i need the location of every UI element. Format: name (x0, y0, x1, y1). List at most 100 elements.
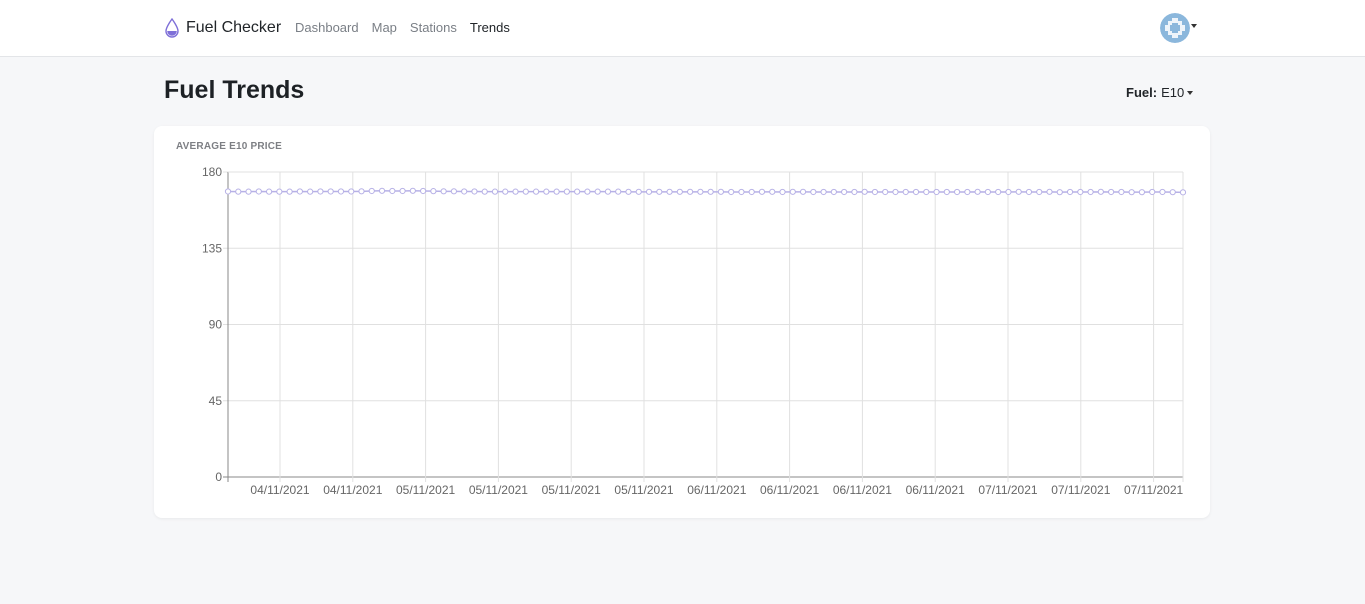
data-point (964, 188, 971, 196)
y-tick-label: 0 (215, 470, 222, 484)
data-point (1066, 188, 1074, 196)
nav-trends[interactable]: Trends (470, 20, 510, 35)
data-point (286, 188, 293, 195)
data-point (1149, 188, 1156, 196)
data-point (728, 188, 735, 196)
data-point (389, 187, 396, 195)
data-point (779, 188, 786, 196)
data-point (1138, 189, 1146, 196)
data-point (943, 188, 950, 196)
x-tick-label: 07/11/2021 (1051, 483, 1110, 497)
data-point (625, 188, 632, 195)
data-point (409, 187, 416, 194)
fuel-drop-icon (165, 18, 179, 38)
data-point (748, 188, 755, 196)
data-point (707, 188, 714, 195)
data-point (358, 188, 365, 195)
data-point (461, 188, 468, 195)
data-point (235, 188, 242, 195)
data-point (666, 188, 673, 195)
data-point (1015, 188, 1022, 195)
data-point (656, 188, 663, 195)
nav-stations[interactable]: Stations (410, 20, 457, 35)
x-tick-label: 06/11/2021 (833, 483, 892, 497)
data-point (686, 188, 694, 195)
data-point (1097, 188, 1104, 195)
data-point (789, 188, 796, 195)
data-point (1036, 188, 1043, 196)
data-point (1169, 189, 1176, 196)
data-point (738, 188, 745, 196)
y-tick-label: 135 (202, 241, 222, 255)
x-tick-label: 05/11/2021 (542, 483, 601, 497)
data-point (368, 187, 375, 195)
data-point (543, 188, 550, 195)
data-point (348, 188, 355, 195)
data-point (481, 188, 488, 195)
data-point (912, 188, 920, 196)
x-tick-label: 05/11/2021 (469, 483, 528, 497)
x-tick-label: 07/11/2021 (1124, 483, 1183, 497)
data-point (676, 188, 683, 195)
data-point (769, 188, 776, 195)
data-point (584, 188, 591, 195)
data-point (1046, 188, 1053, 195)
nav-map[interactable]: Map (372, 20, 397, 35)
chevron-down-icon (1187, 90, 1194, 95)
data-point (327, 188, 334, 195)
data-point (563, 188, 570, 195)
fuel-value: E10 (1161, 85, 1185, 100)
data-point (902, 188, 909, 196)
data-point (1005, 188, 1012, 196)
data-point (758, 188, 766, 195)
data-point (491, 188, 499, 195)
brand[interactable]: Fuel Checker (164, 18, 281, 38)
data-point (594, 188, 601, 195)
data-point (440, 188, 447, 195)
data-point (265, 188, 273, 195)
y-tick-label: 180 (202, 165, 222, 179)
data-point (532, 188, 540, 195)
data-point (307, 188, 314, 195)
data-point (645, 188, 653, 195)
user-menu[interactable] (1160, 13, 1197, 43)
main-nav: Dashboard Map Stations Trends (295, 20, 523, 35)
x-tick-label: 05/11/2021 (614, 483, 673, 497)
data-point (296, 188, 303, 195)
x-tick-label: 06/11/2021 (760, 483, 819, 497)
price-line-chart: 0 45 90 135 180 04/11/2021 04/11/2021 05/11/202… (202, 165, 1187, 497)
data-point (1087, 188, 1094, 196)
data-point (471, 188, 478, 195)
data-point (1056, 189, 1063, 196)
data-point (933, 188, 940, 196)
x-tick-label: 06/11/2021 (906, 483, 965, 497)
data-point (1118, 188, 1125, 196)
data-point (1108, 188, 1115, 196)
data-point (337, 188, 345, 195)
data-point (553, 188, 560, 195)
top-navbar: Fuel Checker Dashboard Map Stations Tren… (0, 0, 1365, 57)
data-point (799, 188, 807, 195)
data-point (378, 187, 386, 194)
data-point (615, 188, 622, 195)
data-point (995, 188, 1002, 196)
x-tick-label: 06/11/2021 (687, 483, 746, 497)
data-point (697, 188, 704, 195)
data-point (399, 187, 406, 195)
data-point (430, 188, 437, 195)
data-point (830, 188, 837, 196)
data-point (635, 188, 642, 195)
nav-dashboard[interactable]: Dashboard (295, 20, 359, 35)
fuel-type-dropdown[interactable]: Fuel: E10 (1126, 85, 1194, 100)
chevron-down-icon (1191, 24, 1197, 28)
x-tick-label: 04/11/2021 (323, 483, 382, 497)
fuel-label: Fuel: (1126, 85, 1158, 100)
data-point (851, 188, 858, 196)
data-point (892, 188, 899, 196)
data-point (861, 188, 868, 195)
data-point (502, 188, 509, 195)
y-tick-label: 90 (209, 318, 223, 332)
data-point (974, 188, 981, 195)
data-point (841, 188, 848, 196)
data-point (1077, 188, 1084, 196)
